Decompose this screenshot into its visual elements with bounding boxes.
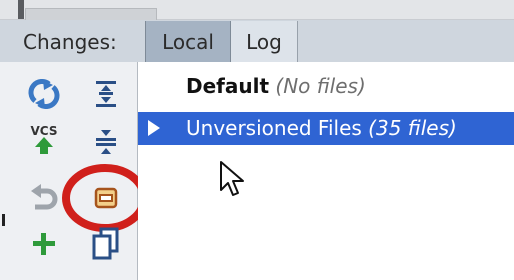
title-tab-strip	[25, 8, 157, 20]
refresh-button[interactable]	[24, 74, 64, 114]
rollback-button[interactable]	[24, 178, 64, 218]
window-edge	[18, 0, 24, 19]
unversioned-files-count: (35 files)	[368, 116, 457, 140]
collapse-all-button[interactable]	[86, 120, 126, 160]
collapse-all-icon	[96, 130, 116, 154]
refresh-icon	[28, 79, 60, 109]
tab-log[interactable]: Log	[231, 21, 298, 62]
tab-local[interactable]: Local	[145, 21, 231, 62]
expand-arrow-icon[interactable]	[148, 120, 160, 136]
add-changelist-icon	[33, 233, 55, 255]
mouse-cursor-icon	[220, 161, 244, 196]
edge-mark	[2, 214, 5, 226]
changelist-count: (No files)	[275, 74, 366, 98]
add-changelist-button[interactable]	[24, 224, 64, 264]
expand-all-icon	[96, 81, 116, 107]
changelist-default[interactable]: Default (No files)	[186, 74, 366, 98]
commit-vcs-icon: VCS	[31, 124, 58, 154]
rollback-icon	[31, 184, 58, 210]
expand-all-button[interactable]	[86, 74, 126, 114]
changelist-name: Default	[186, 74, 270, 98]
unversioned-files-label: Unversioned Files	[186, 116, 362, 140]
changes-label: Changes:	[23, 30, 117, 54]
unversioned-files-row[interactable]: Unversioned Files (35 files)	[138, 112, 514, 145]
svg-text:VCS: VCS	[31, 124, 58, 138]
copy-button[interactable]	[86, 224, 126, 264]
title-strip	[0, 0, 514, 20]
copy-icon	[92, 227, 119, 260]
commit-vcs-button[interactable]: VCS	[24, 120, 64, 160]
